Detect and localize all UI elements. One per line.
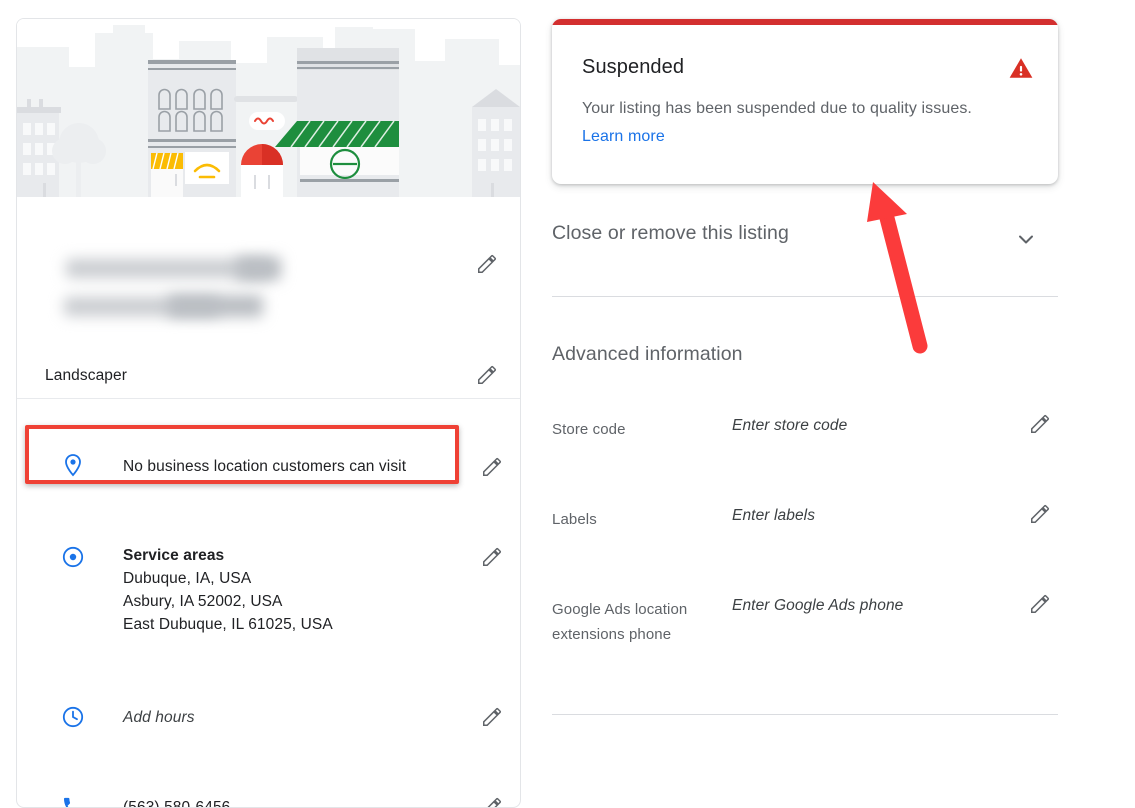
- edit-phone-pencil-icon[interactable]: [481, 796, 503, 807]
- google-ads-phone-label: Google Ads location extensions phone: [552, 601, 688, 643]
- suspended-title: Suspended: [582, 56, 685, 78]
- chevron-down-icon[interactable]: [1014, 227, 1038, 251]
- phone-number-label: (563) 580-6456: [123, 799, 231, 808]
- store-code-value: Enter store code: [732, 417, 848, 434]
- service-areas-row[interactable]: Service areas Dubuque, IA, USA Asbury, I…: [17, 529, 520, 639]
- business-category-label: Landscaper: [45, 367, 128, 384]
- service-area-line: Dubuque, IA, USA: [123, 570, 252, 587]
- store-code-label: Store code: [552, 421, 626, 438]
- suspended-message: Your listing has been suspended due to q…: [582, 100, 972, 117]
- no-business-location-label: No business location customers can visit: [123, 458, 407, 475]
- learn-more-link[interactable]: Learn more: [582, 128, 665, 145]
- close-or-remove-listing-label: Close or remove this listing: [552, 222, 789, 244]
- advanced-information-heading: Advanced information: [552, 343, 743, 365]
- suspended-accent-bar: [552, 19, 1058, 25]
- advanced-section-divider-bottom: [552, 714, 1058, 715]
- edit-store-code-pencil-icon[interactable]: [1029, 413, 1051, 435]
- advanced-section-divider-top: [552, 296, 1058, 297]
- add-hours-row[interactable]: Add hours: [17, 689, 520, 745]
- service-areas-title: Service areas: [123, 547, 225, 564]
- section-divider: [17, 398, 520, 399]
- warning-triangle-icon: [1008, 55, 1034, 81]
- service-area-line: Asbury, IA 52002, USA: [123, 593, 283, 610]
- storefront-illustration: [17, 19, 520, 197]
- phone-row[interactable]: (563) 580-6456: [17, 779, 520, 808]
- close-or-remove-listing-row[interactable]: Close or remove this listing: [552, 222, 1058, 262]
- edit-business-name-pencil-icon[interactable]: [476, 253, 498, 275]
- add-hours-label: Add hours: [123, 709, 195, 726]
- suspended-status-card: Suspended Your listing has been suspende…: [552, 19, 1058, 184]
- service-area-line: East Dubuque, IL 61025, USA: [123, 616, 333, 633]
- location-pin-outline-icon: [61, 453, 85, 477]
- right-panel: Suspended Your listing has been suspende…: [552, 0, 1072, 802]
- edit-category-pencil-icon[interactable]: [476, 364, 498, 386]
- suspended-body-text: Your listing has been suspended due to q…: [582, 95, 1012, 151]
- edit-labels-pencil-icon[interactable]: [1029, 503, 1051, 525]
- edit-hours-pencil-icon[interactable]: [481, 706, 503, 728]
- service-area-pin-icon: [61, 545, 85, 569]
- business-info-card: Landscaper No business location customer…: [16, 18, 521, 808]
- google-ads-phone-value: Enter Google Ads phone: [732, 597, 904, 614]
- business-name-blurred: [48, 241, 316, 334]
- edit-location-pencil-icon[interactable]: [481, 456, 503, 478]
- no-business-location-row[interactable]: No business location customers can visit: [17, 437, 520, 497]
- labels-label: Labels: [552, 511, 597, 528]
- labels-value: Enter labels: [732, 507, 816, 524]
- edit-google-ads-phone-pencil-icon[interactable]: [1029, 593, 1051, 615]
- clock-icon: [61, 705, 85, 729]
- edit-service-areas-pencil-icon[interactable]: [481, 546, 503, 568]
